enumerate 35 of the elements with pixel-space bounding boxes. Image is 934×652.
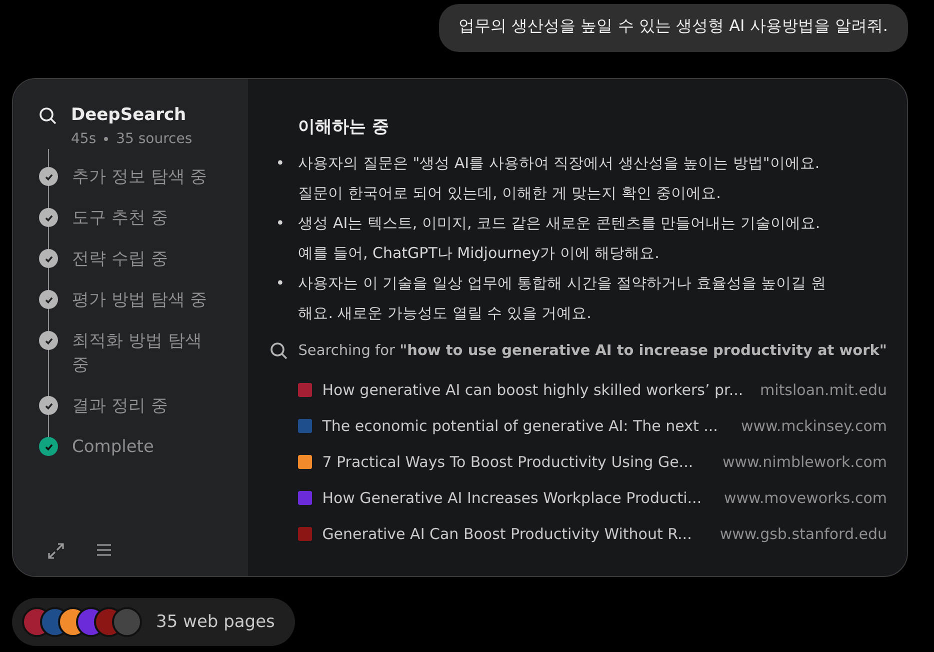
bullet-text: 사용자는 이 기술을 일상 업무에 통합해 시간을 절약하거나 효율성을 높이길 원해요. 새로운 가능성도 열릴 수 있을 거예요.	[298, 273, 827, 324]
step-label: 최적화 방법 탐색 중	[72, 330, 203, 377]
menu-icon[interactable]	[95, 542, 113, 558]
step-label: 평가 방법 탐색 중	[72, 289, 208, 312]
duration-text: 45s	[71, 131, 96, 147]
bullet-text: 사용자의 질문은 "생성 AI를 사용하여 직장에서 생산성을 높이는 방법"이에요. 질문이 한국어로 되어 있는데, 이해한 게 맞는지 확인 중이에요.	[298, 153, 821, 204]
search-icon	[270, 342, 288, 360]
result-domain: www.nimblework.com	[722, 453, 887, 471]
step-label: 전략 수립 중	[72, 248, 169, 271]
result-link[interactable]: How Generative AI Increases Workplace Producti...	[322, 489, 714, 507]
bullet-marker: •	[274, 213, 286, 234]
result-domain: www.mckinsey.com	[740, 417, 887, 435]
user-message: 업무의 생산성을 높일 수 있는 생성형 AI 사용방법을 알려줘.	[438, 4, 908, 52]
sources-count: 35 sources	[116, 131, 192, 147]
bullet-marker: •	[274, 273, 286, 294]
web-pages-button[interactable]: 35 web pages	[12, 598, 295, 646]
bullet-marker: •	[274, 153, 286, 174]
separator-dot	[104, 137, 108, 141]
step-label: 추가 정보 탐색 중	[72, 166, 208, 189]
result-link[interactable]: The economic potential of generative AI: The next ...	[322, 417, 731, 435]
result-link[interactable]: 7 Practical Ways To Boost Productivity Using Ge...	[322, 453, 712, 471]
step-label: 결과 정리 중	[72, 395, 169, 418]
result-domain: mitsloan.mit.edu	[760, 381, 887, 399]
step-label: 도구 추천 중	[72, 207, 169, 230]
result-link[interactable]: Generative AI Can Boost Productivity Without R...	[322, 525, 710, 543]
deepsearch-title: DeepSearch	[71, 105, 188, 125]
search-icon	[39, 107, 57, 125]
search-query-text: Searching for "how to use generative AI to increase productivity at work"	[298, 343, 887, 359]
section-heading: 이해하는 중	[298, 116, 390, 138]
expand-icon[interactable]	[47, 542, 65, 560]
result-domain: www.moveworks.com	[724, 489, 887, 507]
bullet-text: 생성 AI는 텍스트, 이미지, 코드 같은 새로운 콘텐츠를 만들어내는 기술이에요. 예를 들어, ChatGPT나 Midjourney가 이에 해당해요.	[298, 213, 822, 264]
result-link[interactable]: How generative AI can boost highly skilled workers’ pr...	[322, 381, 750, 399]
result-domain: www.gsb.stanford.edu	[720, 525, 887, 543]
step-label: Complete	[72, 436, 155, 459]
